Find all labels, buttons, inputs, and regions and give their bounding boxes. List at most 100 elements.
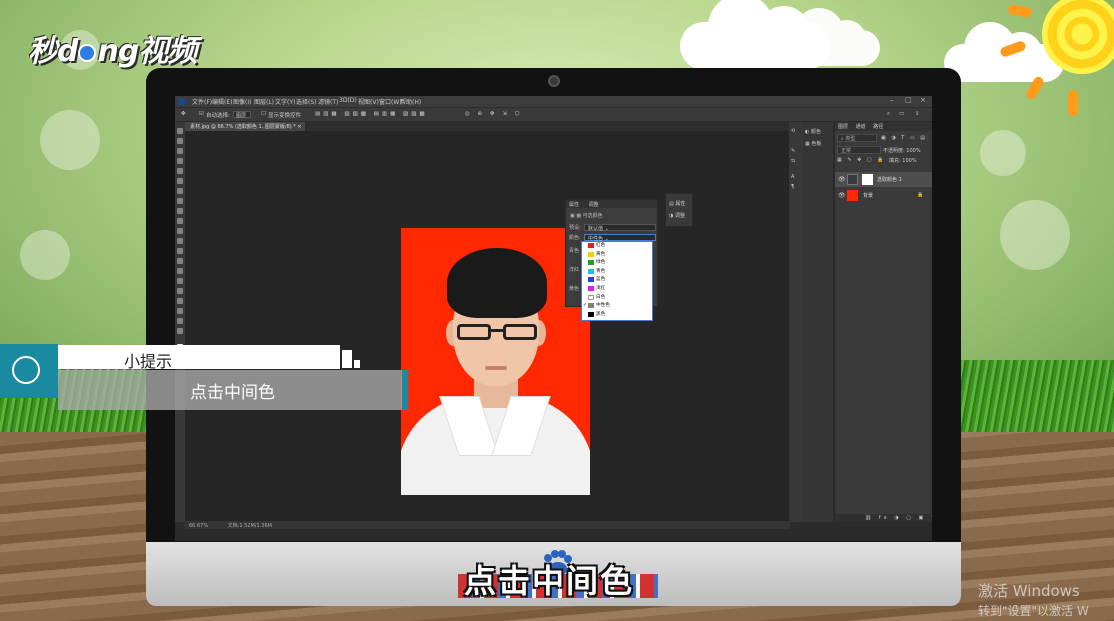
auto-select-checkbox[interactable]: ☑: [199, 111, 204, 117]
color-panel-button[interactable]: ◐ 颜色: [805, 128, 821, 135]
tip-badge: [0, 344, 58, 398]
type-tool[interactable]: [177, 278, 183, 284]
canvas-area[interactable]: 属性 调整 ▣ ▩ 可选颜色 预设: 默认值 ⌄ 颜色: 中性色 ⌄ 青色 洋红…: [185, 131, 790, 521]
3d-mode-icons[interactable]: ◎ ⊛ ✥ ⇲ ⬡: [465, 111, 522, 117]
bokeh-light: [980, 130, 1026, 176]
color-option-blue[interactable]: 蓝色: [582, 276, 652, 283]
brush-tool[interactable]: [177, 198, 183, 204]
history-brush-tool[interactable]: [177, 218, 183, 224]
sun-ray: [1068, 90, 1078, 116]
lightbulb-icon: [12, 356, 40, 384]
layer-mask-thumbnail[interactable]: [862, 174, 873, 185]
minimize-icon[interactable]: –: [890, 96, 894, 104]
color-option-black[interactable]: 黑色: [582, 311, 652, 318]
zoom-level[interactable]: 66.67%: [189, 523, 208, 529]
menu-layer[interactable]: 图层(L): [254, 97, 274, 106]
menu-select[interactable]: 选择(S): [296, 97, 317, 106]
panel-icon-strip: ⟲ ✎ ⇆ A ¶: [789, 122, 803, 522]
character-icon[interactable]: A: [791, 174, 794, 180]
camera-icon: [548, 75, 560, 87]
menu-help[interactable]: 帮助(H): [400, 97, 421, 106]
blur-tool[interactable]: [177, 248, 183, 254]
brush-settings-icon[interactable]: ✎: [791, 148, 795, 154]
tab-channels[interactable]: 通道: [856, 124, 866, 130]
workspace-icon[interactable]: ▭: [899, 111, 904, 117]
swap-icon[interactable]: ⇆: [791, 158, 795, 164]
layer-name[interactable]: 背景: [863, 192, 873, 199]
color-option-red[interactable]: 红色: [582, 242, 652, 249]
lasso-tool[interactable]: [177, 148, 183, 154]
color-option-green[interactable]: 绿色: [582, 259, 652, 266]
dodge-tool[interactable]: [177, 258, 183, 264]
layer-row[interactable]: 👁 选取颜色 1: [835, 172, 932, 187]
move-tool-icon[interactable]: ✥: [181, 111, 186, 117]
activation-watermark: 激活 Windows: [978, 582, 1080, 600]
layers-panel: 图层 通道 路径 ⌕ 类型 ▣ ◑ T ▭ ▤ 正常 不透明度: 100% ▦ …: [835, 122, 932, 522]
tab-paths[interactable]: 路径: [873, 124, 883, 130]
marquee-tool[interactable]: [177, 138, 183, 144]
pen-tool[interactable]: [177, 268, 183, 274]
visibility-eye-icon[interactable]: 👁: [838, 192, 846, 199]
show-transform-checkbox[interactable]: ☐: [261, 111, 266, 117]
zoom-tool[interactable]: [177, 318, 183, 324]
healing-tool[interactable]: [177, 188, 183, 194]
paragraph-icon[interactable]: ¶: [791, 184, 794, 190]
swatches-panel-button[interactable]: ▦ 色板: [805, 140, 821, 147]
more-tools[interactable]: [177, 328, 183, 334]
adjustments-button[interactable]: ◑ 调整: [669, 212, 685, 219]
properties-button[interactable]: ▤ 属性: [669, 200, 685, 207]
layer-filter-kind[interactable]: ⌕ 类型: [837, 134, 877, 142]
colors-dropdown[interactable]: 中性色 ⌄: [584, 234, 656, 242]
eyedropper-tool[interactable]: [177, 178, 183, 184]
filter-icons[interactable]: ▣ ◑ T ▭ ▤: [881, 135, 927, 141]
share-icon[interactable]: ⇪: [915, 111, 920, 117]
move-tool[interactable]: [177, 128, 183, 134]
menu-window[interactable]: 窗口(W): [379, 97, 402, 106]
mouth: [485, 366, 507, 370]
checkmark-icon: ✓: [583, 302, 588, 309]
tab-properties[interactable]: 属性: [569, 202, 579, 208]
menu-file[interactable]: 文件(F): [192, 97, 212, 106]
decor-square: [354, 360, 360, 368]
tip-title-bar: 小提示: [58, 345, 340, 371]
layer-row[interactable]: 👁 背景 🔒: [835, 188, 932, 203]
preset-dropdown[interactable]: 默认值 ⌄: [584, 224, 656, 232]
show-transform-label: 显示变换控件: [268, 113, 302, 119]
tab-adjustments[interactable]: 调整: [589, 202, 599, 208]
maximize-icon[interactable]: □: [905, 96, 912, 104]
close-icon[interactable]: ×: [920, 96, 926, 104]
auto-select-dropdown[interactable]: 图层: [233, 111, 251, 119]
blend-mode-dropdown[interactable]: 正常: [837, 146, 881, 154]
menu-edit[interactable]: 编辑(E): [212, 97, 232, 106]
align-icons[interactable]: ▤▥▦ ▧▨▩ ▤▥▦ ▧▨▩: [315, 111, 428, 117]
lock-icons[interactable]: ▦ ✎ ✥ ▢ 🔒: [837, 157, 885, 163]
menu-view[interactable]: 视图(V): [358, 97, 379, 106]
color-option-neutral[interactable]: ✓ 中性色: [582, 302, 652, 309]
visibility-eye-icon[interactable]: 👁: [838, 176, 846, 183]
color-option-magenta[interactable]: 洋红: [582, 285, 652, 292]
history-icon[interactable]: ⟲: [791, 128, 795, 134]
menu-image[interactable]: 图像(I): [233, 97, 251, 106]
layer-action-icons[interactable]: ⛓ fx ◑ ▢ ▣ 🗑: [865, 515, 932, 521]
color-option-white[interactable]: 白色: [582, 294, 652, 301]
menu-type[interactable]: 文字(Y): [275, 97, 295, 106]
path-select-tool[interactable]: [177, 288, 183, 294]
quick-select-tool[interactable]: [177, 158, 183, 164]
menu-3d[interactable]: 3D(D): [339, 97, 357, 104]
crop-tool[interactable]: [177, 168, 183, 174]
gradient-tool[interactable]: [177, 238, 183, 244]
color-option-yellow[interactable]: 黄色: [582, 251, 652, 258]
menu-filter[interactable]: 滤镜(T): [318, 97, 338, 106]
color-option-cyan[interactable]: 青色: [582, 268, 652, 275]
hand-tool[interactable]: [177, 308, 183, 314]
shape-tool[interactable]: [177, 298, 183, 304]
search-icon[interactable]: ⌕: [887, 111, 890, 118]
bokeh-light: [1000, 200, 1070, 270]
document-tab[interactable]: 素材.jpg @ 66.7% (选取颜色 1, 图层蒙版/8) * ×: [185, 122, 305, 131]
auto-select-label: 自动选择:: [206, 113, 230, 119]
stamp-tool[interactable]: [177, 208, 183, 214]
layers-panel-footer: ⛓ fx ◑ ▢ ▣ 🗑: [835, 514, 932, 522]
layer-name[interactable]: 选取颜色 1: [877, 176, 902, 183]
eraser-tool[interactable]: [177, 228, 183, 234]
tab-layers[interactable]: 图层: [838, 124, 848, 130]
